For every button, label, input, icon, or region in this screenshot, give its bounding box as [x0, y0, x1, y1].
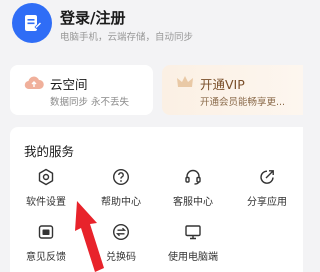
notebook-pen-icon [25, 15, 43, 31]
feedback-icon [38, 225, 54, 239]
vip-title: 开通VIP [200, 77, 245, 92]
my-services-title: 我的服务 [24, 144, 75, 159]
exchange-icon [112, 223, 130, 241]
help-icon [112, 168, 130, 186]
cloud-space-subtitle: 数据同步 永不丢失 [50, 97, 130, 108]
my-services-panel: 我的服务 软件设置 帮助中心 客服中心 分享应用 意见反馈 兑换码 使用电脑端 [10, 127, 303, 272]
cloud-space-title: 云空间 [50, 77, 88, 92]
monitor-icon [185, 225, 201, 240]
service-label: 意见反馈 [26, 252, 66, 263]
service-label: 软件设置 [26, 197, 66, 208]
service-label: 使用电脑端 [168, 252, 218, 263]
share-icon [260, 170, 274, 184]
crown-icon [177, 76, 193, 87]
service-label: 分享应用 [247, 197, 287, 208]
login-register-link[interactable]: 登录/注册 [60, 7, 125, 28]
service-feedback[interactable]: 意见反馈 [10, 222, 82, 263]
app-logo-avatar[interactable] [12, 3, 52, 43]
annotation-arrow [75, 201, 104, 272]
login-subtitle: 电脑手机，云端存储，自动同步 [60, 32, 194, 43]
service-customer-center[interactable]: 客服中心 [157, 167, 229, 208]
vip-subtitle: 开通会员能畅享更... [200, 97, 286, 108]
service-use-desktop[interactable]: 使用电脑端 [157, 222, 229, 263]
service-label: 客服中心 [173, 197, 213, 208]
settings-icon [38, 168, 54, 186]
service-software-settings[interactable]: 软件设置 [10, 167, 82, 208]
cloud-space-card[interactable]: 云空间 数据同步 永不丢失 [10, 65, 153, 115]
vip-card[interactable]: 开通VIP 开通会员能畅享更... [162, 65, 303, 115]
service-share-app[interactable]: 分享应用 [231, 167, 303, 208]
headset-icon [185, 169, 201, 185]
cloud-icon [24, 76, 44, 90]
